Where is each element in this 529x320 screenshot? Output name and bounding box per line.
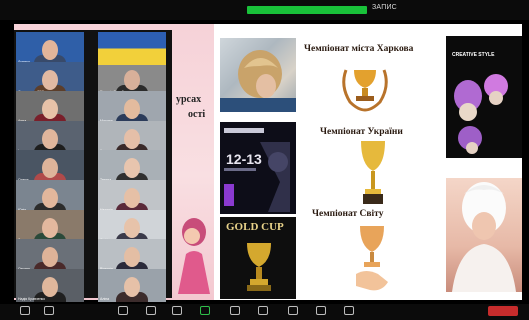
security-icon[interactable] bbox=[118, 306, 128, 315]
share-screen-icon[interactable] bbox=[200, 306, 210, 315]
apps-icon[interactable] bbox=[288, 306, 298, 315]
participant-video-tile[interactable]: Вікторія bbox=[98, 239, 166, 273]
participant-video-tile[interactable]: Надія Кравченко bbox=[16, 268, 84, 302]
screen-share-indicator[interactable] bbox=[247, 6, 367, 14]
participant-face bbox=[124, 128, 140, 149]
participant-face bbox=[42, 40, 58, 60]
participant-video-tile[interactable]: Софія bbox=[98, 209, 166, 243]
portrait-photo bbox=[446, 178, 522, 292]
ukraine-flag-background bbox=[98, 32, 166, 65]
gold-cup-icon bbox=[361, 141, 385, 204]
participant-video-tile[interactable]: Марина bbox=[98, 91, 166, 125]
gold-cup-poster: GOLD CUP bbox=[220, 217, 296, 299]
participant-face bbox=[42, 217, 58, 238]
participant-gallery: // placeholder; tiles generated below Дм… bbox=[14, 30, 172, 302]
participant-face bbox=[42, 188, 58, 208]
participant-video-tile[interactable]: Аліна bbox=[98, 268, 166, 302]
slide-text-fragment-1: урсах bbox=[176, 94, 202, 105]
more-icon[interactable] bbox=[344, 306, 354, 315]
participant-name: Аліна bbox=[100, 296, 110, 301]
video-icon[interactable] bbox=[44, 306, 54, 315]
championship-world-label: Чемпіонат Світу bbox=[312, 209, 384, 219]
participant-face bbox=[42, 276, 58, 297]
chat-icon[interactable] bbox=[172, 306, 182, 315]
gold-cup-title: GOLD CUP bbox=[226, 221, 284, 233]
hand-trophy-icon bbox=[356, 226, 388, 291]
participant-face bbox=[124, 188, 140, 208]
participant-video-tile[interactable]: Тетяна bbox=[98, 150, 166, 184]
participant-video-tile[interactable]: Анна bbox=[16, 91, 84, 125]
championship-city-label: Чемпіонат міста Харкова bbox=[304, 44, 414, 54]
participants-icon[interactable] bbox=[146, 306, 156, 315]
participant-video-tile[interactable]: Оксана bbox=[16, 239, 84, 273]
mic-icon[interactable] bbox=[20, 306, 30, 315]
hairstyle-photo bbox=[220, 38, 296, 112]
participant-video-tile[interactable]: Вікторія Тарабан bbox=[98, 61, 166, 95]
creative-style-title: CREATIVE STYLE bbox=[452, 52, 495, 58]
participant-video-tile[interactable]: Ірина bbox=[16, 120, 84, 154]
recording-label: ЗАПИС bbox=[372, 4, 397, 11]
event-poster: 12-13 12-13 bbox=[220, 122, 296, 214]
participant-face bbox=[124, 276, 140, 297]
participant-name: Надія Кравченко bbox=[18, 296, 46, 301]
championship-ukraine-label: Чемпіонат України bbox=[320, 127, 403, 137]
svg-text:12-13: 12-13 bbox=[226, 151, 262, 167]
participant-video-tile[interactable]: Олена bbox=[16, 150, 84, 184]
participant-face bbox=[124, 217, 140, 238]
end-meeting-button[interactable] bbox=[488, 306, 518, 316]
participant-video-tile[interactable]: Катерина bbox=[98, 120, 166, 154]
participant-video-tile[interactable]: Олександр ДРС bbox=[16, 61, 84, 95]
participant-video-tile[interactable]: Дмитро bbox=[16, 32, 84, 65]
participant-video-tile[interactable]: Юлія bbox=[16, 180, 84, 213]
laurel-trophy-icon bbox=[342, 69, 388, 112]
whiteboard-icon[interactable] bbox=[316, 306, 326, 315]
participant-face bbox=[42, 128, 58, 149]
participant-video-tile[interactable]: Наталія bbox=[98, 180, 166, 213]
reactions-icon[interactable] bbox=[258, 306, 268, 315]
slide-text-fragment-2: ості bbox=[188, 109, 206, 120]
record-icon[interactable] bbox=[230, 306, 240, 315]
participant-face bbox=[124, 69, 140, 90]
creative-style-poster: CREATIVE STYLE bbox=[446, 36, 522, 158]
participant-face bbox=[42, 69, 58, 90]
participant-video-tile[interactable]: Людмила bbox=[16, 209, 84, 243]
